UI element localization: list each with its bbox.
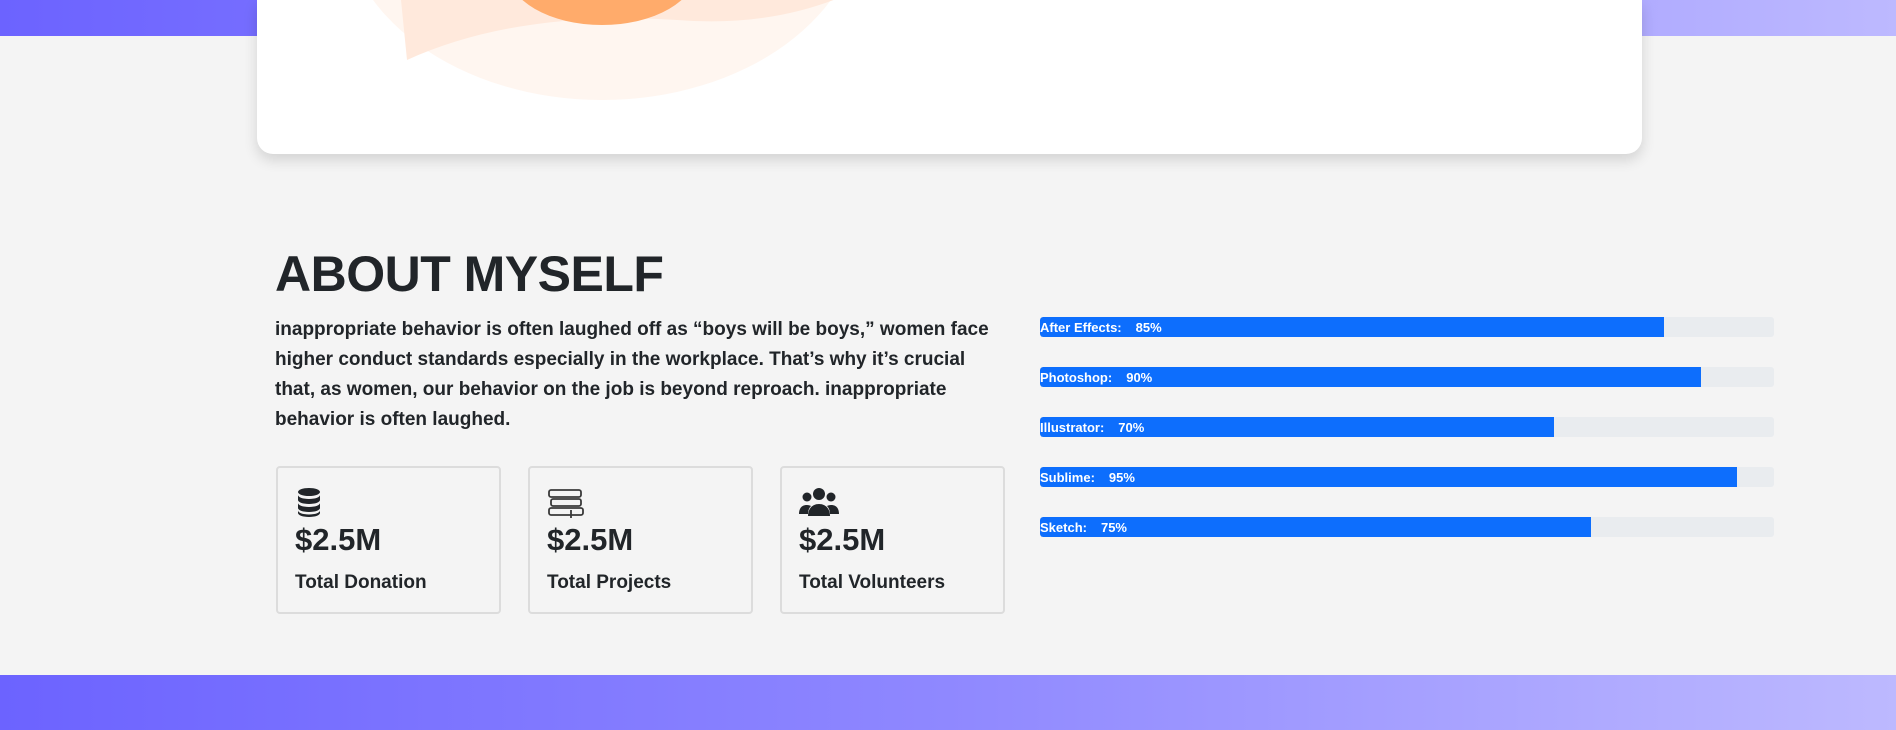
- bottom-gradient-band: [0, 675, 1896, 730]
- skill-name: Sketch:: [1040, 519, 1087, 535]
- progress-bar-sketch: Sketch: 75%: [1040, 517, 1774, 537]
- stat-value: $2.5M: [295, 522, 382, 557]
- skills-list: After Effects: 85% Photoshop: 90% Illustra…: [1040, 317, 1774, 567]
- progress-bar-sublime: Sublime: 95%: [1040, 467, 1774, 487]
- hero-illustration: [373, 0, 834, 100]
- skill-name: After Effects:: [1040, 319, 1122, 335]
- progress-fill: Illustrator: 70%: [1040, 417, 1554, 437]
- stat-card-projects: $2.5M Total Projects: [528, 466, 753, 614]
- skill-name: Illustrator:: [1040, 419, 1105, 435]
- stat-label: Total Projects: [547, 572, 672, 593]
- progress-bar-after-effects: After Effects: 85%: [1040, 317, 1774, 337]
- progress-fill: Sublime: 95%: [1040, 467, 1738, 487]
- skill-name: Photoshop:: [1040, 369, 1113, 385]
- stat-card-volunteers: $2.5M Total Volunteers: [780, 466, 1005, 614]
- stat-value: $2.5M: [799, 522, 886, 557]
- progress-fill: After Effects: 85%: [1040, 317, 1664, 337]
- hero-image-card: [257, 0, 1642, 154]
- skill-percent: 95%: [1108, 469, 1135, 485]
- skill-percent: 75%: [1100, 519, 1127, 535]
- progress-bar-illustrator: Illustrator: 70%: [1040, 417, 1774, 437]
- stat-card-donation: $2.5M Total Donation: [276, 466, 501, 614]
- stat-label: Total Volunteers: [799, 572, 946, 593]
- progress-bar-photoshop: Photoshop: 90%: [1040, 367, 1774, 387]
- users-icon: [799, 486, 839, 518]
- books-icon: [547, 486, 584, 519]
- about-description: inappropriate behavior is often laughed …: [275, 319, 989, 430]
- stat-label: Total Donation: [295, 572, 427, 593]
- progress-fill: Photoshop: 90%: [1040, 367, 1701, 387]
- skill-percent: 70%: [1118, 419, 1145, 435]
- about-title: ABOUT MYSELF: [275, 246, 664, 302]
- skill-name: Sublime:: [1040, 469, 1095, 485]
- database-icon: [295, 486, 327, 518]
- stat-value: $2.5M: [547, 522, 634, 557]
- progress-fill: Sketch: 75%: [1040, 517, 1591, 537]
- skill-percent: 90%: [1126, 369, 1153, 385]
- skill-percent: 85%: [1135, 319, 1162, 335]
